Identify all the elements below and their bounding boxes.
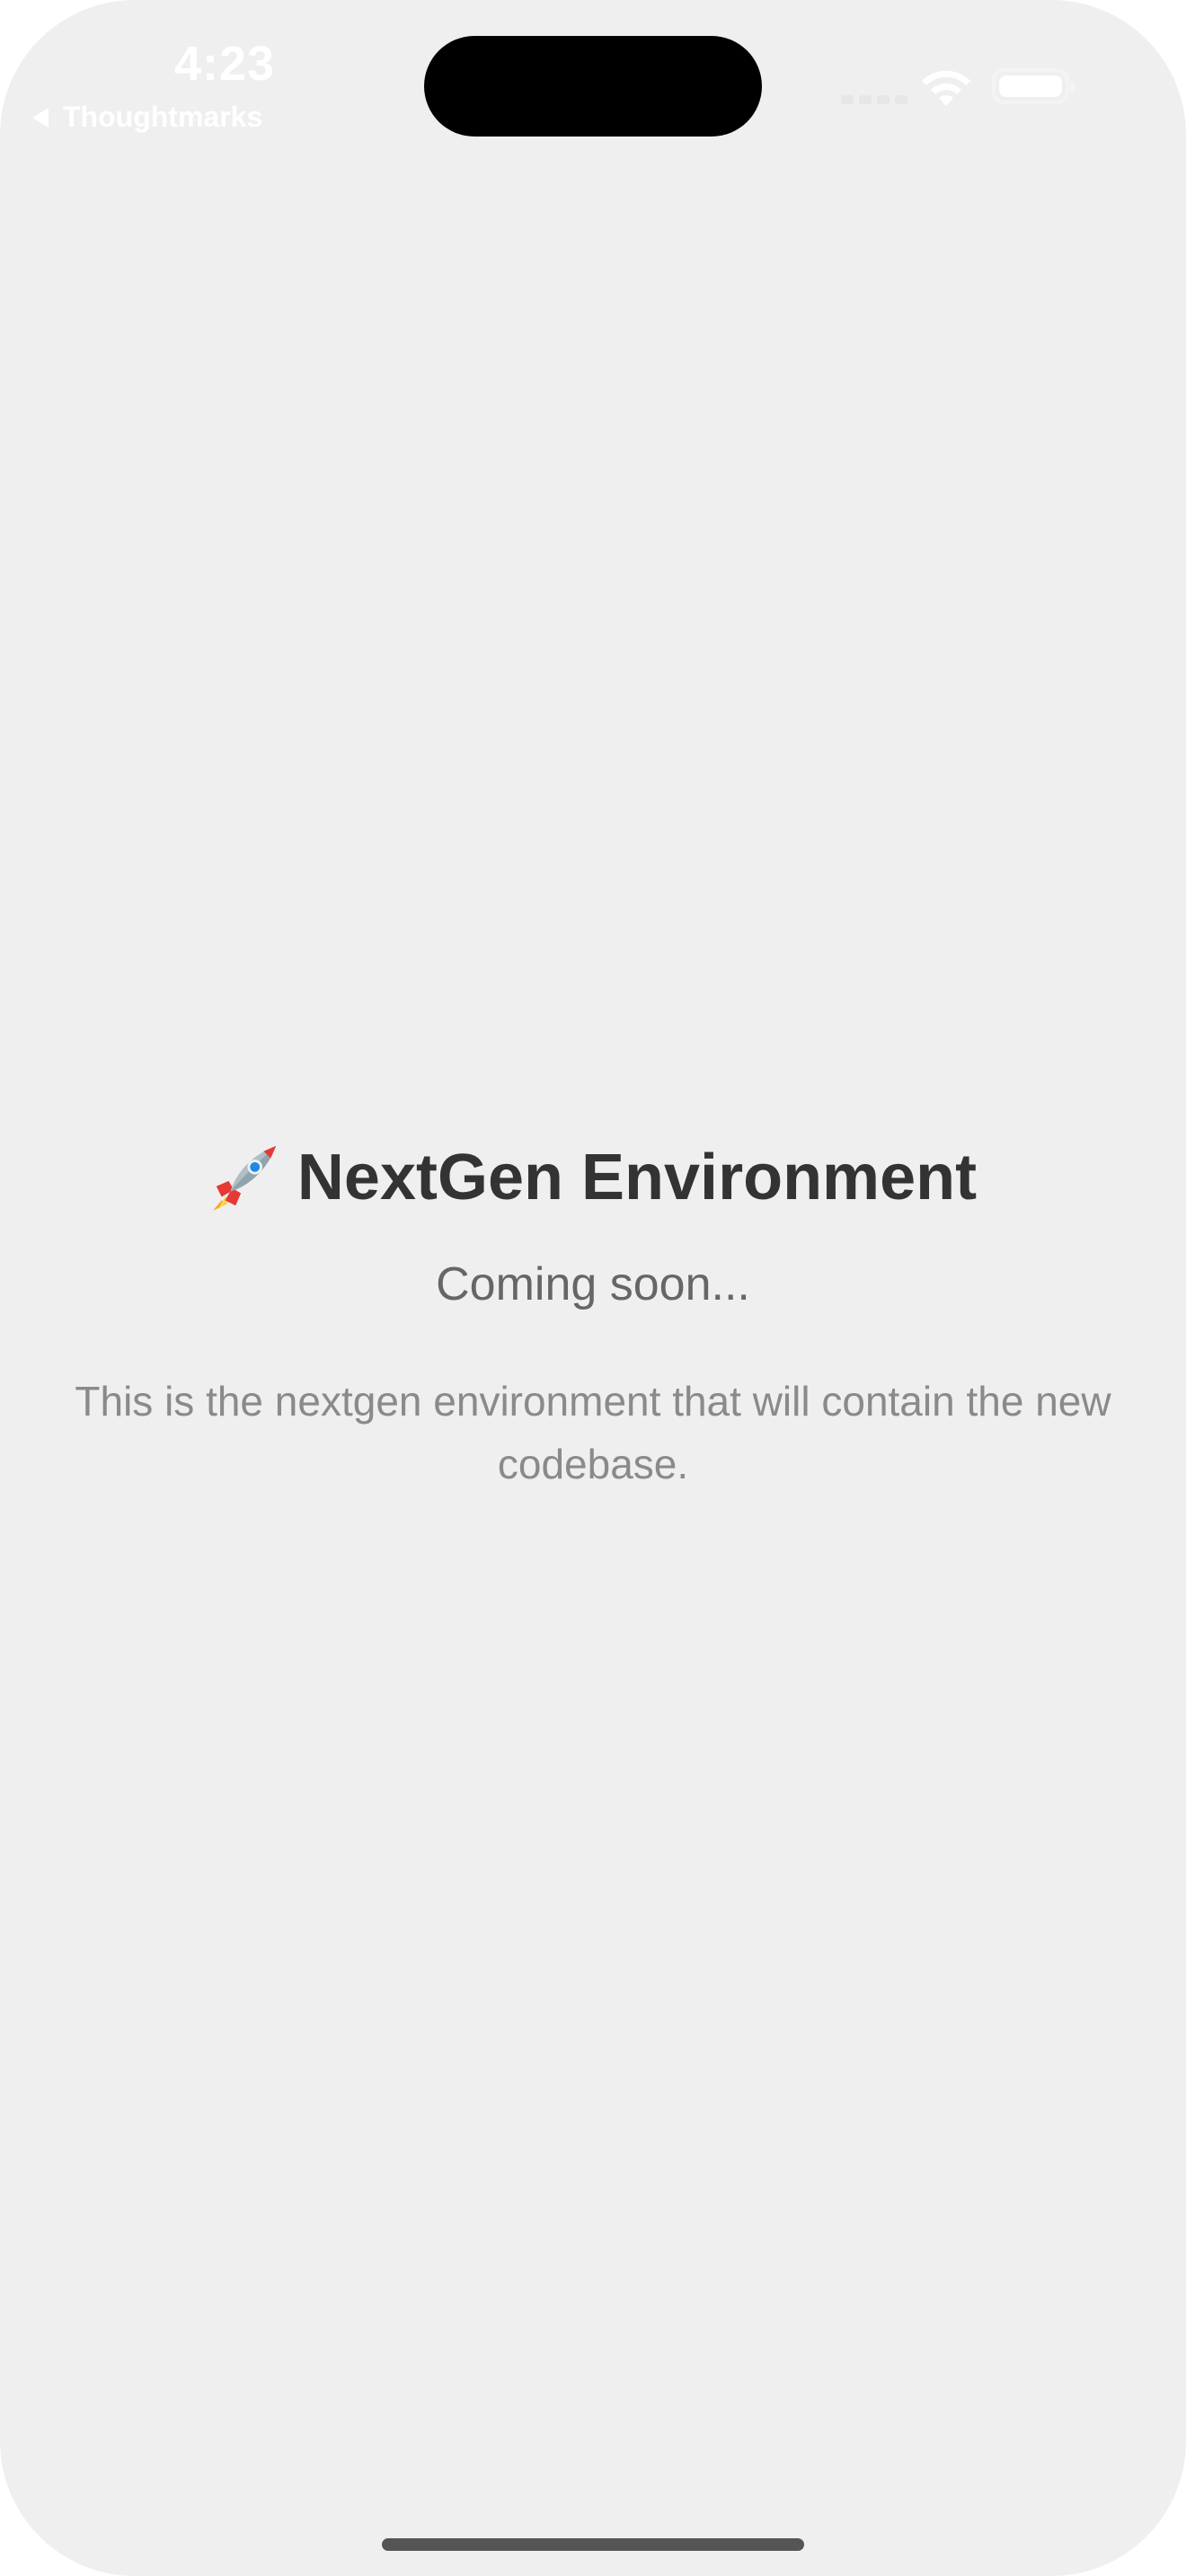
page-title: NextGen Environment bbox=[296, 1142, 978, 1213]
battery-icon bbox=[992, 68, 1075, 104]
status-time: 4:23 bbox=[173, 37, 276, 91]
page-title-row: NextGen Environment bbox=[0, 1142, 1186, 1213]
back-to-app-button[interactable]: Thoughtmarks bbox=[32, 101, 262, 134]
rocket-icon bbox=[212, 1145, 277, 1212]
wifi-icon bbox=[922, 70, 970, 106]
back-triangle-icon bbox=[32, 107, 49, 128]
dynamic-island bbox=[424, 36, 762, 137]
home-indicator[interactable] bbox=[382, 2538, 804, 2551]
phone-screen: 4:23 Thoughtmarks NextGen Environment Co… bbox=[0, 0, 1186, 2576]
back-app-label: Thoughtmarks bbox=[63, 101, 263, 133]
cellular-signal-icon bbox=[841, 95, 907, 104]
description-text: This is the nextgen environment that wil… bbox=[75, 1378, 1111, 1487]
subtitle: Coming soon... bbox=[436, 1258, 750, 1310]
